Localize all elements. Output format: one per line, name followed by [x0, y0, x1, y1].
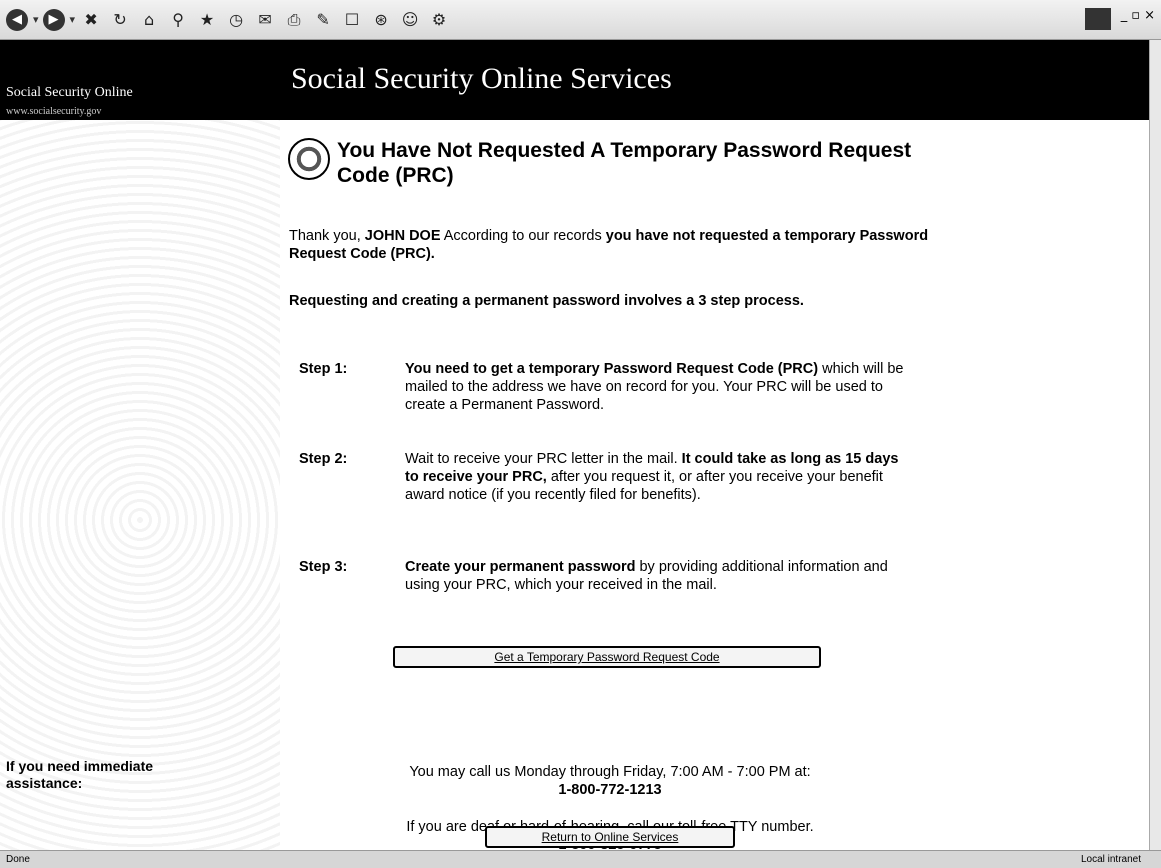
process-paragraph: Requesting and creating a permanent pass…	[289, 293, 804, 309]
site-url-link[interactable]: www.socialsecurity.gov	[6, 106, 101, 117]
refresh-icon[interactable]: ↻	[108, 8, 132, 32]
user-name: JOHN DOE	[364, 228, 441, 244]
windows-logo-icon	[1084, 8, 1111, 30]
return-button[interactable]: Return to Online Services	[485, 826, 735, 848]
research-icon[interactable]: ⊛	[369, 8, 393, 32]
ssa-seal-icon	[288, 138, 330, 180]
step-detail: Wait to receive your PRC letter in the m…	[405, 451, 682, 467]
tools-icon[interactable]: ⚙	[427, 8, 451, 32]
step-text: Wait to receive your PRC letter in the m…	[405, 450, 915, 504]
print-icon[interactable]: ⎙	[282, 8, 306, 32]
close-icon[interactable]: ×	[1144, 8, 1155, 30]
browser-toolbar: ◀ ▾ ▶ ▾ ✖ ↻ ⌂ ⚲ ★ ◷ ✉ ⎙ ✎ ☐ ⊛ ☺ ⚙ _ ▫ ×	[0, 0, 1161, 40]
home-icon[interactable]: ⌂	[137, 8, 161, 32]
forward-icon[interactable]: ▶	[42, 8, 65, 31]
mail-icon[interactable]: ✉	[253, 8, 277, 32]
search-icon[interactable]: ⚲	[166, 8, 190, 32]
zone-text: Local intranet	[1080, 854, 1141, 865]
stop-icon[interactable]: ✖	[79, 8, 103, 32]
banner-title: Social Security Online Services	[291, 62, 672, 95]
forward-dropdown-icon[interactable]: ▾	[70, 13, 76, 26]
step-label: Step 1:	[299, 361, 348, 377]
intro-paragraph: Thank you, JOHN DOE According to our rec…	[289, 227, 929, 263]
messenger-icon[interactable]: ☺	[398, 8, 422, 32]
step-bold: You need to get a temporary Password Req…	[405, 361, 819, 377]
page-title: You Have Not Requested A Temporary Passw…	[337, 139, 912, 187]
phone-number: 1-800-772-1213	[558, 782, 662, 798]
edit-icon[interactable]: ✎	[311, 8, 335, 32]
vertical-scrollbar[interactable]	[1149, 40, 1161, 850]
favorites-icon[interactable]: ★	[195, 8, 219, 32]
get-prc-button[interactable]: Get a Temporary Password Request Code	[393, 646, 821, 668]
step-text: You need to get a temporary Password Req…	[405, 360, 915, 414]
intro-middle: According to our records	[440, 228, 606, 244]
sidebar	[0, 120, 280, 850]
step-text: Create your permanent password by provid…	[405, 558, 915, 594]
history-icon[interactable]: ◷	[224, 8, 248, 32]
step-label: Step 3:	[299, 559, 348, 575]
site-name-link[interactable]: Social Security Online	[6, 85, 133, 101]
intro-prefix: Thank you,	[289, 228, 365, 244]
assistance-heading: If you need immediate assistance:	[6, 758, 154, 791]
minimize-icon[interactable]: _	[1121, 8, 1128, 30]
step-bold: Create your permanent password	[405, 559, 636, 575]
step-label: Step 2:	[299, 451, 348, 467]
status-text: Done	[6, 854, 30, 865]
back-icon[interactable]: ◀	[6, 8, 28, 31]
window-controls: _ ▫ ×	[1084, 8, 1155, 30]
status-bar: Done Local intranet	[0, 850, 1161, 868]
back-dropdown-icon[interactable]: ▾	[33, 13, 39, 26]
call-hours-text: You may call us Monday through Friday, 7…	[409, 764, 811, 780]
discuss-icon[interactable]: ☐	[340, 8, 364, 32]
restore-icon[interactable]: ▫	[1131, 8, 1140, 30]
site-banner: Social Security Online Services	[0, 40, 1161, 120]
